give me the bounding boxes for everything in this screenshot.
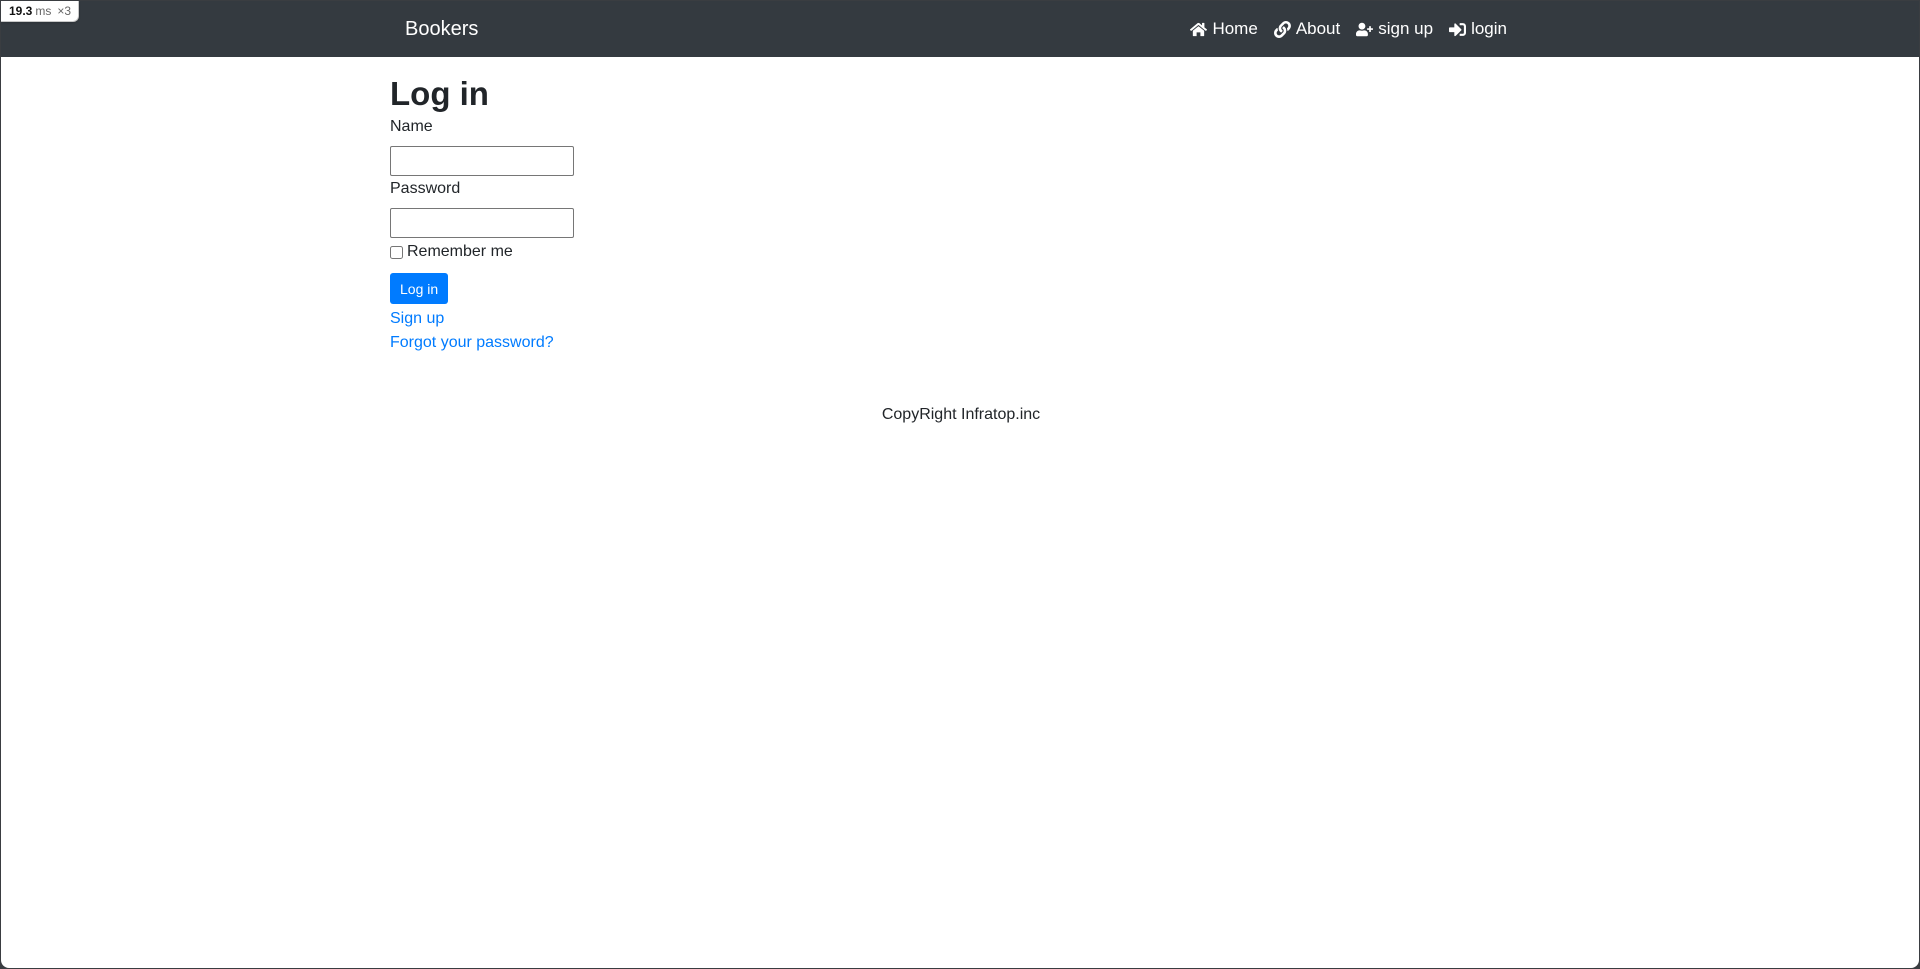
password-input[interactable]: [390, 208, 574, 238]
home-icon: [1190, 22, 1208, 36]
nav-login-link[interactable]: login: [1449, 19, 1507, 39]
nav-links: Home About sign up login: [1190, 1, 1507, 57]
remember-me-label: Remember me: [407, 243, 513, 260]
remember-me-checkbox[interactable]: [390, 245, 403, 259]
nav-home-label: Home: [1212, 19, 1258, 38]
page: 19.3 ms ×3 Bookers Home About sign up lo…: [1, 1, 1919, 968]
brand-link[interactable]: Bookers: [405, 1, 478, 57]
name-input[interactable]: [390, 146, 574, 176]
forgot-password-link[interactable]: Forgot your password?: [390, 331, 1530, 355]
password-label: Password: [390, 180, 461, 197]
signup-link[interactable]: Sign up: [390, 307, 1530, 331]
remember-me-row: Remember me: [390, 242, 1530, 262]
login-form-container: Log in Name Password Remember me Log in …: [390, 57, 1530, 355]
nav-signup-link[interactable]: sign up: [1356, 19, 1433, 39]
nav-about-label: About: [1295, 19, 1341, 38]
page-title: Log in: [390, 75, 489, 112]
perf-badge: 19.3 ms ×3: [1, 1, 80, 22]
nav-login-label: login: [1471, 19, 1507, 38]
sign-in-icon: [1449, 22, 1467, 36]
login-submit-button[interactable]: Log in: [390, 273, 449, 304]
navbar: Bookers Home About sign up login: [1, 1, 1919, 57]
nav-signup-label: sign up: [1378, 19, 1434, 38]
perf-unit: ms: [35, 4, 52, 18]
perf-multiplier: ×3: [57, 4, 72, 18]
link-icon: [1273, 20, 1291, 38]
user-plus-icon: [1356, 22, 1374, 36]
perf-value: 19.3: [9, 4, 33, 18]
name-label: Name: [390, 118, 433, 135]
browser-viewport: 19.3 ms ×3 Bookers Home About sign up lo…: [0, 0, 1920, 969]
footer: CopyRight Infratop.inc: [1, 403, 1919, 427]
nav-home-link[interactable]: Home: [1190, 19, 1258, 39]
nav-about-link[interactable]: About: [1273, 19, 1341, 39]
footer-copyright: CopyRight Infratop.inc: [881, 406, 1041, 423]
